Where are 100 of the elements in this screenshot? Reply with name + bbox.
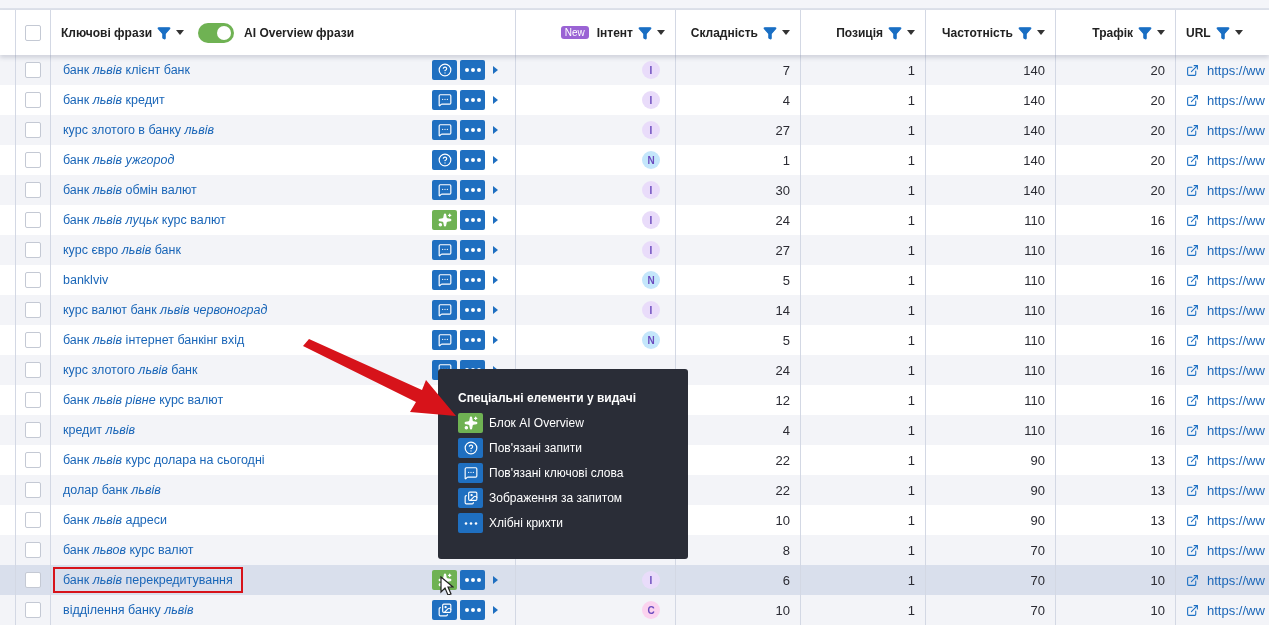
keyword-link[interactable]: банк львов курс валют	[53, 537, 204, 563]
url-link[interactable]: https://ww	[1207, 92, 1265, 108]
filter-icon[interactable]	[1018, 25, 1032, 40]
filter-icon[interactable]	[157, 25, 172, 40]
url-link[interactable]: https://ww	[1207, 302, 1265, 318]
url-link[interactable]: https://ww	[1207, 422, 1265, 438]
column-header[interactable]: URL	[1186, 25, 1211, 40]
checkbox[interactable]	[25, 542, 41, 558]
checkbox[interactable]	[25, 62, 41, 78]
external-link-icon[interactable]	[1186, 213, 1199, 227]
caret-icon[interactable]	[782, 30, 790, 35]
checkbox[interactable]	[25, 182, 41, 198]
external-link-icon[interactable]	[1186, 303, 1199, 317]
external-link-icon[interactable]	[1186, 123, 1199, 137]
keyword-link[interactable]: кредит львів	[53, 417, 146, 443]
caret-icon[interactable]	[176, 30, 185, 35]
url-link[interactable]: https://ww	[1207, 512, 1265, 528]
checkbox[interactable]	[25, 452, 41, 468]
checkbox[interactable]	[25, 392, 41, 408]
url-link[interactable]: https://ww	[1207, 62, 1265, 78]
column-header[interactable]: Позиція	[836, 25, 883, 40]
keyword-link[interactable]: курс валют банк львів червоноград	[53, 297, 278, 323]
keyword-link[interactable]: курс злотого в банку львів	[53, 117, 224, 143]
caret-icon[interactable]	[1037, 30, 1045, 35]
column-header[interactable]: Частотність	[942, 25, 1013, 40]
url-link[interactable]: https://ww	[1207, 182, 1265, 198]
url-link[interactable]: https://ww	[1207, 602, 1265, 618]
keyword-link[interactable]: банк львів перекредитування	[53, 567, 243, 593]
toggle-switch[interactable]	[198, 22, 235, 43]
external-link-icon[interactable]	[1186, 183, 1199, 197]
checkbox[interactable]	[25, 212, 41, 228]
url-link[interactable]: https://ww	[1207, 542, 1265, 558]
url-link[interactable]: https://ww	[1207, 572, 1265, 588]
filter-icon[interactable]	[638, 25, 652, 40]
url-link[interactable]: https://ww	[1207, 122, 1265, 138]
keyword-link[interactable]: банк львів інтернет банкінг вхід	[53, 327, 255, 353]
url-link[interactable]: https://ww	[1207, 362, 1265, 378]
url-link[interactable]: https://ww	[1207, 452, 1265, 468]
caret-icon[interactable]	[1234, 30, 1243, 35]
more-button[interactable]	[460, 300, 485, 320]
external-link-icon[interactable]	[1186, 603, 1199, 617]
keyword-link[interactable]: банк львів ужгород	[53, 147, 185, 173]
keyword-link[interactable]: банк львів луцьк курс валют	[53, 207, 236, 233]
column-header[interactable]: Трафік	[1092, 25, 1133, 40]
url-link[interactable]: https://ww	[1207, 242, 1265, 258]
more-button[interactable]	[460, 120, 485, 140]
more-button[interactable]	[460, 330, 485, 350]
more-button[interactable]	[460, 600, 485, 620]
checkbox[interactable]	[25, 572, 41, 588]
checkbox[interactable]	[25, 422, 41, 438]
keyword-link[interactable]: банк львів адреси	[53, 507, 177, 533]
checkbox[interactable]	[25, 602, 41, 618]
keyword-link[interactable]: банк львів курс долара на сьогодні	[53, 447, 275, 473]
keyword-link[interactable]: долар банк львів	[53, 477, 171, 503]
external-link-icon[interactable]	[1186, 243, 1199, 257]
filter-icon[interactable]	[888, 25, 902, 40]
keyword-link[interactable]: відділення банку львів	[53, 597, 204, 623]
filter-icon[interactable]	[1138, 25, 1152, 40]
external-link-icon[interactable]	[1186, 543, 1199, 557]
more-button[interactable]	[460, 570, 485, 590]
external-link-icon[interactable]	[1186, 63, 1199, 77]
keyword-link[interactable]: banklviv	[53, 267, 119, 293]
more-button[interactable]	[460, 270, 485, 290]
external-link-icon[interactable]	[1186, 333, 1199, 347]
checkbox[interactable]	[25, 302, 41, 318]
external-link-icon[interactable]	[1186, 573, 1199, 587]
checkbox[interactable]	[25, 272, 41, 288]
checkbox[interactable]	[25, 92, 41, 108]
checkbox[interactable]	[25, 332, 41, 348]
filter-icon[interactable]	[1215, 25, 1230, 40]
keyword-link[interactable]: курс євро львів банк	[53, 237, 191, 263]
checkbox[interactable]	[25, 482, 41, 498]
keyword-link[interactable]: банк львів обмін валют	[53, 177, 207, 203]
external-link-icon[interactable]	[1186, 453, 1199, 467]
more-button[interactable]	[460, 60, 485, 80]
external-link-icon[interactable]	[1186, 483, 1199, 497]
external-link-icon[interactable]	[1186, 423, 1199, 437]
column-header[interactable]: Ключові фрази	[61, 25, 153, 40]
url-link[interactable]: https://ww	[1207, 272, 1265, 288]
external-link-icon[interactable]	[1186, 153, 1199, 167]
column-header[interactable]: Інтент	[596, 25, 633, 40]
checkbox[interactable]	[25, 362, 41, 378]
caret-icon[interactable]	[907, 30, 915, 35]
external-link-icon[interactable]	[1186, 363, 1199, 377]
url-link[interactable]: https://ww	[1207, 392, 1265, 408]
checkbox[interactable]	[25, 242, 41, 258]
url-link[interactable]: https://ww	[1207, 152, 1265, 168]
filter-icon[interactable]	[763, 25, 777, 40]
url-link[interactable]: https://ww	[1207, 212, 1265, 228]
checkbox[interactable]	[25, 122, 41, 138]
external-link-icon[interactable]	[1186, 513, 1199, 527]
more-button[interactable]	[460, 150, 485, 170]
checkbox[interactable]	[25, 512, 41, 528]
more-button[interactable]	[460, 90, 485, 110]
checkbox[interactable]	[25, 24, 41, 41]
url-link[interactable]: https://ww	[1207, 332, 1265, 348]
more-button[interactable]	[460, 210, 485, 230]
caret-icon[interactable]	[657, 30, 665, 35]
keyword-link[interactable]: банк львів клієнт банк	[53, 57, 200, 83]
external-link-icon[interactable]	[1186, 393, 1199, 407]
